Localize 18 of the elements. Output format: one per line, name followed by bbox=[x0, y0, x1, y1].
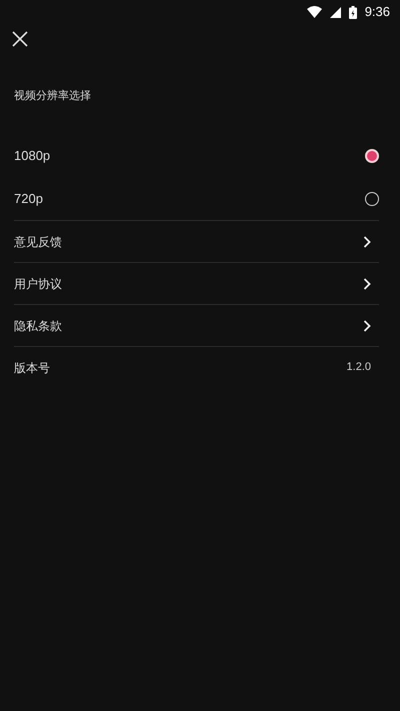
status-time: 9:36 bbox=[364, 3, 390, 22]
version-label: 版本号 bbox=[14, 360, 50, 376]
close-icon[interactable] bbox=[12, 31, 28, 47]
chevron-right-icon bbox=[363, 278, 371, 290]
wifi-icon bbox=[306, 6, 322, 18]
version-value: 1.2.0 bbox=[346, 360, 371, 376]
radio-button[interactable] bbox=[365, 192, 379, 206]
menu-item[interactable]: 意见反馈 bbox=[14, 220, 379, 262]
radio-button[interactable] bbox=[365, 148, 379, 162]
battery-icon bbox=[348, 6, 357, 18]
signal-icon bbox=[330, 6, 341, 18]
chevron-right-icon bbox=[363, 320, 371, 332]
chevron-right-icon bbox=[363, 236, 371, 248]
menu-item[interactable]: 隐私条款 bbox=[14, 304, 379, 346]
resolution-option[interactable]: 1080p bbox=[0, 134, 400, 177]
section-title: 视频分辨率选择 bbox=[14, 90, 91, 102]
resolution-option[interactable]: 720p bbox=[0, 177, 400, 220]
menu-item[interactable]: 用户协议 bbox=[14, 262, 379, 304]
